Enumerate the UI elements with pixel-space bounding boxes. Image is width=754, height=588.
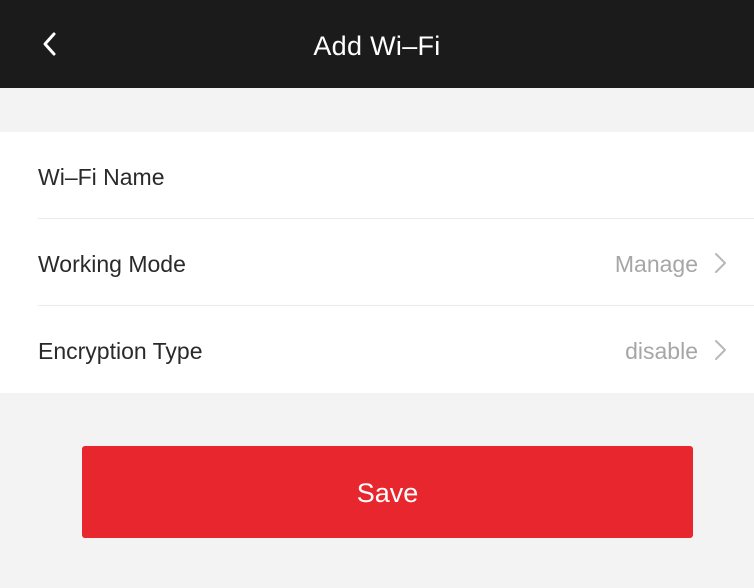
encryption-type-label: Encryption Type [38, 338, 203, 364]
working-mode-value: Manage [614, 251, 698, 277]
section-spacer [0, 88, 754, 132]
page-title: Add Wi–Fi [313, 31, 441, 61]
save-button[interactable]: Save [82, 446, 693, 538]
working-mode-row[interactable]: Working Mode Manage [0, 219, 754, 306]
wifi-name-field[interactable]: Wi–Fi Name [0, 132, 754, 219]
encryption-type-value: disable [625, 338, 698, 364]
chevron-right-icon [712, 339, 728, 361]
chevron-right-icon [712, 252, 728, 274]
encryption-type-row[interactable]: Encryption Type disable [0, 306, 754, 393]
app-header: Add Wi–Fi [0, 0, 754, 88]
settings-list: Wi–Fi Name Working Mode Manage Encryptio… [0, 132, 754, 393]
working-mode-label: Working Mode [38, 251, 186, 277]
wifi-name-label: Wi–Fi Name [38, 164, 165, 190]
